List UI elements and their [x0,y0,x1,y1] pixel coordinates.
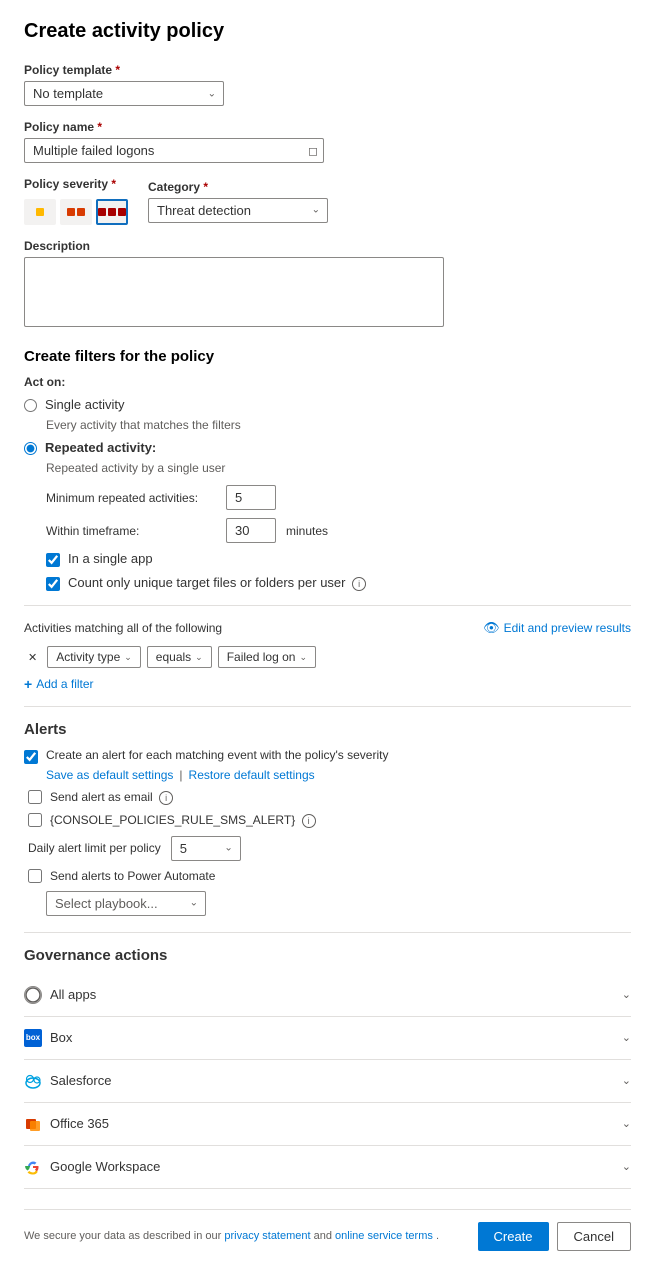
min-repeated-input[interactable] [226,485,276,510]
activities-matching-label: Activities matching all of the following [24,621,222,635]
office365-chevron-icon: ⌄ [622,1117,631,1130]
governance-office365-row[interactable]: Office 365 ⌄ [24,1103,631,1146]
category-label: Category [148,180,328,194]
sms-info-icon[interactable]: i [302,814,316,828]
page-title: Create activity policy [24,20,631,43]
description-input[interactable] [24,257,444,327]
send-email-checkbox[interactable] [28,790,42,804]
count-unique-label[interactable]: Count only unique target files or folder… [68,575,366,591]
service-terms-link[interactable]: online service terms [335,1230,433,1242]
all-apps-label: All apps [50,987,96,1002]
daily-limit-select[interactable]: 5 10 25 50 100 [171,836,241,861]
eye-icon: 👁 [483,620,500,636]
send-email-label[interactable]: Send alert as email i [50,790,173,805]
governance-box-row[interactable]: box Box ⌄ [24,1017,631,1060]
act-on-label: Act on: [24,375,631,389]
restore-default-link[interactable]: Restore default settings [189,768,315,782]
min-repeated-label: Minimum repeated activities: [46,491,216,505]
clear-name-icon[interactable]: ◻ [308,144,318,158]
equals-filter[interactable]: equals ⌄ [147,646,212,668]
footer-text: We secure your data as described in our … [24,1230,439,1242]
salesforce-label: Salesforce [50,1073,111,1088]
single-activity-label[interactable]: Single activity [45,397,124,412]
activity-type-filter[interactable]: Activity type ⌄ [47,646,141,668]
in-single-app-label[interactable]: In a single app [68,551,153,566]
office365-icon [24,1115,42,1133]
sms-alert-checkbox[interactable] [28,813,42,827]
governance-salesforce-row[interactable]: Salesforce ⌄ [24,1060,631,1103]
within-timeframe-input[interactable] [226,518,276,543]
add-filter-button[interactable]: + Add a filter [24,676,631,692]
failed-logon-label: Failed log on [227,650,296,664]
policy-name-label: Policy name [24,120,631,134]
cancel-button[interactable]: Cancel [557,1222,631,1251]
google-chevron-icon: ⌄ [622,1160,631,1173]
link-separator: | [179,768,182,782]
policy-name-input[interactable] [24,138,324,163]
daily-limit-label: Daily alert limit per policy [28,841,161,855]
failed-logon-chevron-icon: ⌄ [299,652,307,663]
alerts-title: Alerts [24,721,631,738]
activity-type-label: Activity type [56,650,120,664]
remove-filter-button[interactable]: ✕ [24,649,41,666]
edit-preview-link[interactable]: 👁 Edit and preview results [483,620,631,636]
all-apps-icon [24,986,42,1004]
in-single-app-checkbox[interactable] [46,553,60,567]
policy-template-label: Policy template [24,63,631,77]
sms-alert-label[interactable]: {CONSOLE_POLICIES_RULE_SMS_ALERT} i [50,813,316,828]
governance-title: Governance actions [24,947,631,964]
email-info-icon[interactable]: i [159,791,173,805]
google-icon [24,1158,42,1176]
salesforce-icon [24,1072,42,1090]
power-automate-checkbox[interactable] [28,869,42,883]
activity-type-chevron-icon: ⌄ [124,652,132,663]
severity-low-button[interactable] [24,199,56,225]
governance-google-row[interactable]: Google Workspace ⌄ [24,1146,631,1189]
repeated-activity-radio[interactable] [24,442,37,455]
box-icon: box [24,1029,42,1047]
repeated-activity-desc: Repeated activity by a single user [46,461,631,475]
playbook-select[interactable]: Select playbook... [46,891,206,916]
office365-label: Office 365 [50,1116,109,1131]
severity-label: Policy severity [24,177,128,191]
save-default-link[interactable]: Save as default settings [46,768,173,782]
failed-logon-filter[interactable]: Failed log on ⌄ [218,646,316,668]
minutes-label: minutes [286,524,328,538]
policy-template-select[interactable]: No template [24,81,224,106]
plus-icon: + [24,676,32,692]
description-label: Description [24,239,631,253]
create-button[interactable]: Create [478,1222,549,1251]
count-unique-checkbox[interactable] [46,577,60,591]
main-alert-checkbox[interactable] [24,750,38,764]
repeated-activity-label[interactable]: Repeated activity: [45,440,156,455]
all-apps-chevron-icon: ⌄ [622,988,631,1001]
equals-chevron-icon: ⌄ [195,652,203,663]
privacy-statement-link[interactable]: privacy statement [224,1230,310,1242]
equals-label: equals [156,650,191,664]
single-activity-desc: Every activity that matches the filters [46,418,631,432]
power-automate-label[interactable]: Send alerts to Power Automate [50,869,215,883]
salesforce-chevron-icon: ⌄ [622,1074,631,1087]
box-chevron-icon: ⌄ [622,1031,631,1044]
category-select[interactable]: Threat detection [148,198,328,223]
single-activity-radio[interactable] [24,399,37,412]
governance-all-apps-row[interactable]: All apps ⌄ [24,974,631,1017]
within-timeframe-label: Within timeframe: [46,524,216,538]
severity-high-button[interactable] [96,199,128,225]
count-unique-info-icon[interactable]: i [352,577,366,591]
filters-section-title: Create filters for the policy [24,348,631,365]
google-workspace-label: Google Workspace [50,1159,160,1174]
box-label: Box [50,1030,72,1045]
main-alert-label[interactable]: Create an alert for each matching event … [46,748,388,762]
severity-medium-button[interactable] [60,199,92,225]
